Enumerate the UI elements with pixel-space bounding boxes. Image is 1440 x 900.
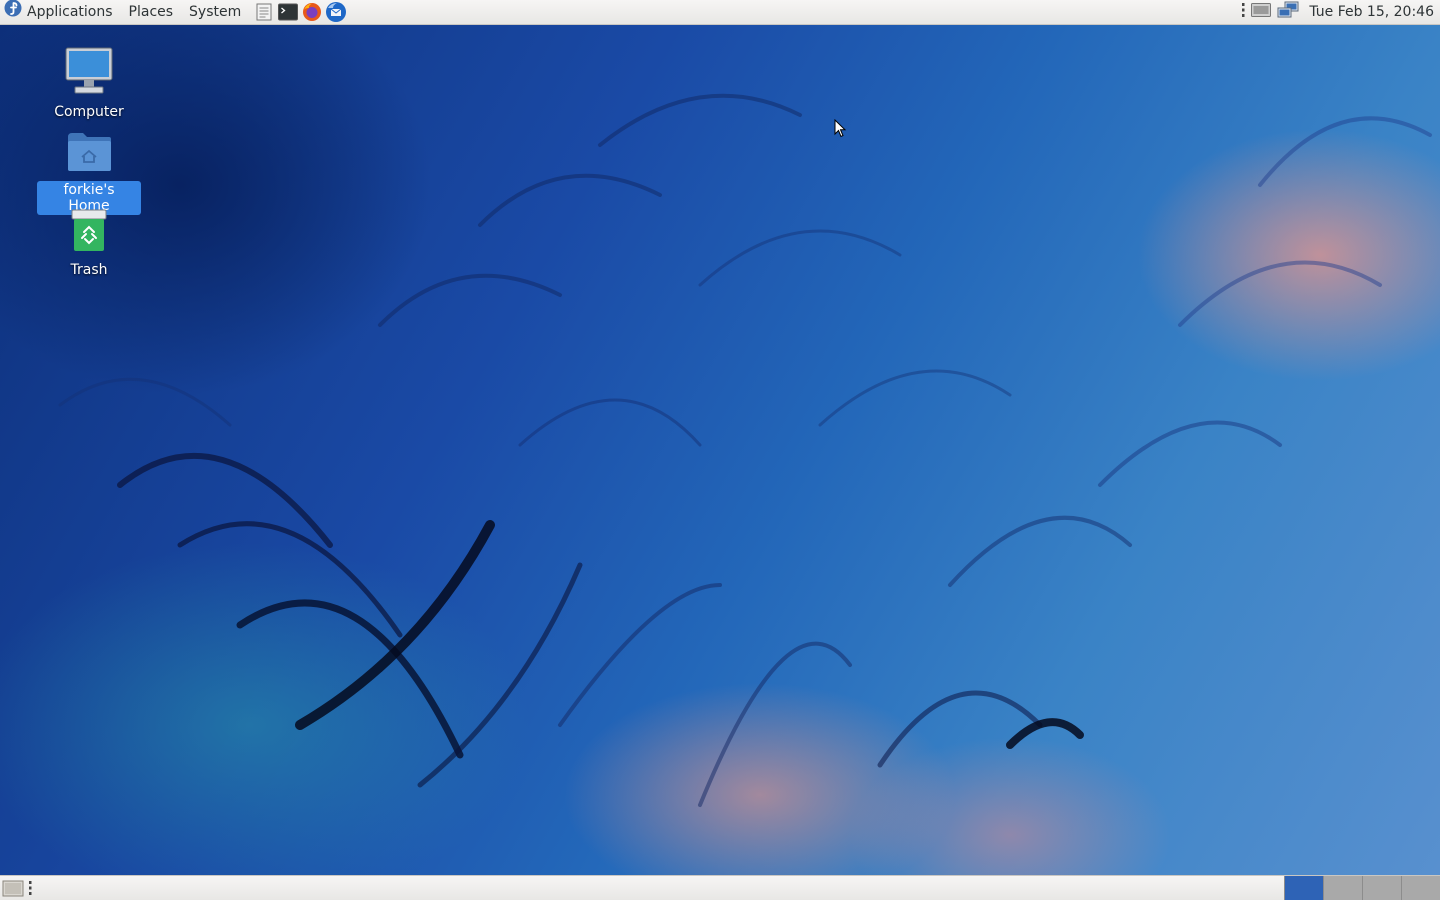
applications-menu[interactable]: Applications bbox=[0, 0, 121, 25]
workspace-3[interactable] bbox=[1362, 876, 1401, 900]
bottom-panel bbox=[0, 875, 1440, 900]
main-menu: Applications Places System bbox=[0, 0, 249, 25]
home-folder-icon bbox=[65, 127, 113, 179]
keyboard-icon[interactable] bbox=[1251, 2, 1272, 22]
tray-handle-icon[interactable] bbox=[1241, 1, 1245, 23]
applications-menu-label: Applications bbox=[27, 4, 113, 20]
workspace-2[interactable] bbox=[1323, 876, 1362, 900]
desktop-icon-home[interactable]: forkie's Home bbox=[37, 127, 141, 215]
firefox-icon[interactable] bbox=[301, 1, 323, 23]
network-icon[interactable] bbox=[1277, 1, 1299, 23]
desktop-icon-label: Trash bbox=[70, 262, 108, 278]
system-tray: Tue Feb 15, 20:46 bbox=[1241, 0, 1440, 25]
text-editor-icon[interactable] bbox=[253, 1, 275, 23]
desktop-icon-computer[interactable]: Computer bbox=[37, 45, 141, 121]
terminal-icon[interactable] bbox=[277, 1, 299, 23]
top-panel: Applications Places System Tue Feb 15, 2… bbox=[0, 0, 1440, 25]
clock[interactable]: Tue Feb 15, 20:46 bbox=[1305, 4, 1434, 20]
launcher-bar bbox=[253, 1, 347, 23]
system-menu[interactable]: System bbox=[181, 0, 249, 25]
places-menu[interactable]: Places bbox=[121, 0, 182, 25]
desktop-icon-label: Computer bbox=[54, 104, 124, 120]
fedora-logo-icon bbox=[4, 0, 22, 25]
show-desktop-icon[interactable] bbox=[2, 878, 24, 898]
thunderbird-icon[interactable] bbox=[325, 1, 347, 23]
trash-icon bbox=[65, 207, 113, 259]
desktop-background[interactable]: Computer forkie's Home Trash bbox=[0, 25, 1440, 875]
desktop-icon-trash[interactable]: Trash bbox=[37, 207, 141, 279]
mouse-pointer-icon bbox=[834, 118, 848, 143]
wallpaper-swirls bbox=[58, 93, 1432, 807]
workspace-4[interactable] bbox=[1401, 876, 1440, 900]
panel-handle-icon[interactable] bbox=[28, 879, 32, 897]
workspace-switcher bbox=[1284, 876, 1440, 900]
computer-icon bbox=[63, 45, 115, 101]
workspace-1[interactable] bbox=[1284, 876, 1323, 900]
